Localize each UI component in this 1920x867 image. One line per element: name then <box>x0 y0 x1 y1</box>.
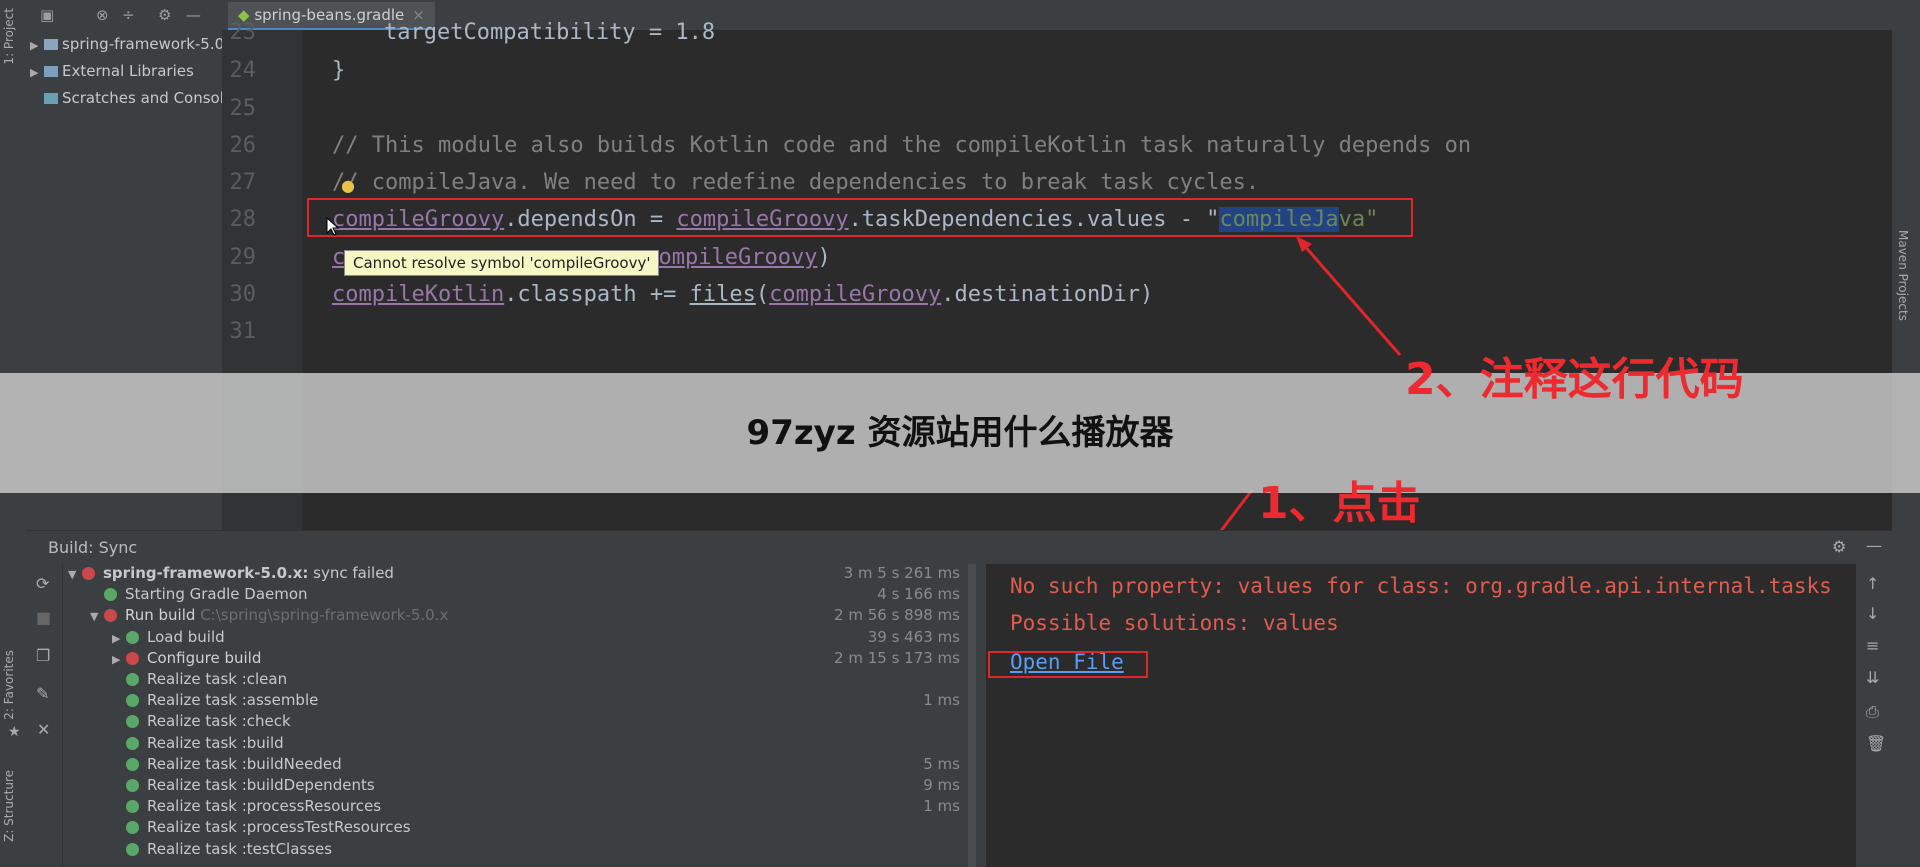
expand-arrow-icon[interactable]: ▶ <box>112 653 126 666</box>
scroll-to-end-icon[interactable]: ⇊ <box>1866 668 1879 687</box>
close-icon[interactable]: ✕ <box>37 720 50 739</box>
success-icon <box>126 630 139 644</box>
console-solutions-line: Possible solutions: values <box>1010 611 1339 635</box>
success-icon <box>126 821 139 835</box>
star-icon[interactable]: ★ <box>8 724 21 740</box>
build-row-label: Realize task :testClasses <box>147 839 333 858</box>
console-error-line: No such property: values for class: org.… <box>1010 574 1832 598</box>
build-row[interactable]: Realize task :processResources <box>112 797 381 815</box>
build-row[interactable]: Realize task :buildDependents <box>112 776 375 794</box>
success-icon <box>126 715 139 729</box>
build-row-label: Realize task :buildNeeded <box>147 754 342 773</box>
print-icon[interactable]: ⎙ <box>1866 702 1879 722</box>
build-row-label: Realize task :check <box>147 712 291 731</box>
build-row[interactable]: ▶ Configure build <box>112 649 261 667</box>
expand-arrow-icon[interactable]: ▶ <box>112 632 126 645</box>
sync-icon[interactable]: ⟳ <box>36 574 49 593</box>
stop-icon[interactable]: ■ <box>36 608 51 627</box>
build-row[interactable]: ▶ Load build <box>112 628 225 646</box>
trash-icon[interactable]: 🗑 <box>1866 734 1886 753</box>
build-row[interactable]: Realize task :assemble <box>112 691 318 709</box>
build-console[interactable] <box>986 564 1856 867</box>
build-row[interactable]: Realize task :build <box>112 734 284 752</box>
success-icon <box>126 779 139 792</box>
build-row[interactable]: Realize task :buildNeeded <box>112 755 342 773</box>
build-toolbar: ⟳ ■ ❐ ✎ ✕ ★ <box>8 564 63 867</box>
build-row-time: 2 m 15 s 173 ms <box>834 648 960 667</box>
success-icon <box>126 757 139 771</box>
build-row-detail: sync failed <box>308 564 394 582</box>
success-icon <box>126 673 139 686</box>
build-row-time: 9 ms <box>923 776 960 794</box>
build-row-label: Load build <box>147 627 225 646</box>
build-row-time: 3 m 5 s 261 ms <box>843 564 960 582</box>
minimize-icon[interactable]: — <box>1866 536 1882 555</box>
build-row-time: 5 ms <box>923 754 960 773</box>
console-scrollbar[interactable] <box>968 564 976 867</box>
build-row-label: Realize task :build <box>147 733 284 752</box>
annotation-step-1: 1、点击 <box>1258 478 1421 529</box>
success-icon <box>126 800 139 814</box>
build-row-label: Realize task :processTestResources <box>147 818 411 837</box>
success-icon <box>126 694 139 708</box>
expand-arrow-icon[interactable]: ▼ <box>68 568 82 581</box>
pin-icon[interactable]: ✎ <box>36 684 49 703</box>
build-row-detail: C:\spring\spring-framework-5.0.x <box>195 606 449 625</box>
build-row[interactable]: Realize task :testClasses <box>112 840 332 858</box>
build-row-label: Realize task :clean <box>147 670 288 688</box>
build-panel-header: ⚙ — <box>26 530 1892 565</box>
gear-icon[interactable]: ⚙ <box>1832 537 1846 556</box>
annotation-step-2: 2、注释这行代码 <box>1405 354 1744 405</box>
build-row-label: Realize task :processResources <box>147 797 382 816</box>
build-row[interactable]: Starting Gradle Daemon <box>90 585 308 603</box>
build-row[interactable]: Realize task :check <box>112 712 291 730</box>
error-icon <box>104 609 117 623</box>
build-row[interactable]: ▼ spring-framework-5.0.x: sync failed <box>68 564 394 582</box>
soft-wrap-icon[interactable]: ≡ <box>1866 636 1879 655</box>
build-row[interactable]: Realize task :processTestResources <box>112 818 411 836</box>
success-icon <box>104 588 117 602</box>
build-row-time: 39 s 463 ms <box>867 627 960 646</box>
build-row[interactable]: Realize task :clean <box>112 670 287 688</box>
copy-icon[interactable]: ❐ <box>36 646 50 665</box>
success-icon <box>126 842 139 856</box>
build-row-label: Realize task :buildDependents <box>147 776 375 794</box>
down-arrow-icon[interactable]: ↓ <box>1866 604 1879 623</box>
build-row[interactable]: ▼ Run build C:\spring\spring-framework-5.… <box>90 606 448 624</box>
build-row-label: Realize task :assemble <box>147 691 319 710</box>
highlight-box-open-file <box>988 651 1148 678</box>
up-arrow-icon[interactable]: ↑ <box>1866 574 1879 593</box>
build-row-time: 1 ms <box>923 797 960 816</box>
error-icon <box>126 651 139 665</box>
build-row-time: 2 m 56 s 898 ms <box>834 606 960 625</box>
build-row-label: Configure build <box>147 648 262 667</box>
build-row-label: Run build <box>125 606 196 625</box>
error-icon <box>82 567 95 580</box>
build-row-time: 1 ms <box>923 691 960 710</box>
build-row-label: spring-framework-5.0.x: <box>103 564 309 582</box>
build-row-time: 4 s 166 ms <box>877 585 960 604</box>
build-row-label: Starting Gradle Daemon <box>125 585 308 604</box>
build-tab-title[interactable]: Build: Sync <box>48 538 137 557</box>
expand-arrow-icon[interactable]: ▼ <box>90 610 104 623</box>
success-icon <box>126 736 139 750</box>
